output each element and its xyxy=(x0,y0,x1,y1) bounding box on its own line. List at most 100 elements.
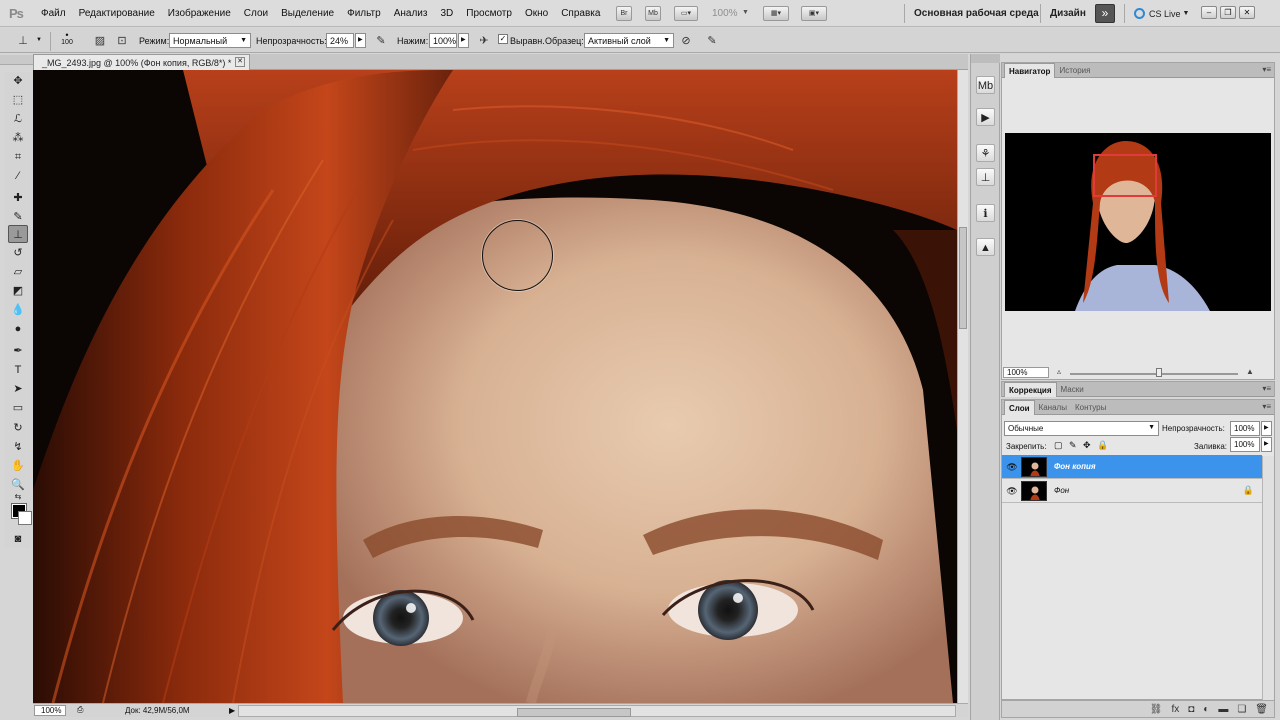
menu-select[interactable]: Выделение xyxy=(281,8,334,19)
layer-style-icon[interactable]: fx xyxy=(1171,704,1179,715)
blur-icon[interactable]: 💧 xyxy=(8,301,28,319)
status-zoom-input[interactable]: 100% xyxy=(34,705,66,716)
quick-mask-icon[interactable]: ◙ xyxy=(8,530,28,548)
sample-select[interactable]: Активный слой ▼ xyxy=(584,33,674,48)
tab-history[interactable]: История xyxy=(1055,63,1094,78)
clone-stamp-icon[interactable]: ⊥ xyxy=(8,225,28,243)
tab-layers[interactable]: Слои xyxy=(1004,400,1035,415)
toolbox-handle[interactable] xyxy=(0,55,33,65)
workspace-design[interactable]: Дизайн xyxy=(1050,8,1086,19)
vertical-scrollbar[interactable] xyxy=(957,70,968,703)
menu-edit[interactable]: Редактирование xyxy=(79,8,155,19)
histogram-panel-icon[interactable]: ▲ xyxy=(976,238,995,256)
menu-image[interactable]: Изображение xyxy=(168,8,231,19)
tab-adjustments[interactable]: Коррекция xyxy=(1004,382,1057,397)
lock-all-icon[interactable]: 🔒 xyxy=(1097,440,1108,451)
navigator-preview[interactable] xyxy=(1005,133,1271,311)
vertical-scroll-thumb[interactable] xyxy=(959,227,967,329)
hand-icon[interactable]: ✋ xyxy=(8,457,28,475)
airbrush-icon[interactable]: ✈ xyxy=(476,33,492,49)
screen-mode-button[interactable]: ▣▾ xyxy=(801,6,827,21)
history-brush-icon[interactable]: ↺ xyxy=(8,244,28,262)
menu-window[interactable]: Окно xyxy=(525,8,548,19)
menu-analysis[interactable]: Анализ xyxy=(394,8,428,19)
clone-source-icon[interactable]: ⊡ xyxy=(114,33,130,49)
aligned-checkbox[interactable]: ✓ xyxy=(498,34,508,44)
type-icon[interactable]: T xyxy=(8,361,28,379)
bridge-button[interactable]: Br xyxy=(616,6,632,21)
tab-channels[interactable]: Каналы xyxy=(1035,400,1071,415)
spot-heal-icon[interactable]: ✚ xyxy=(8,189,28,207)
brush-icon[interactable]: ✎ xyxy=(8,208,28,226)
menu-3d[interactable]: 3D xyxy=(440,8,453,19)
document-canvas[interactable] xyxy=(33,70,957,703)
ignore-adjustment-layers-icon[interactable]: ⊘ xyxy=(678,33,694,49)
marquee-icon[interactable]: ⬚ xyxy=(8,91,28,109)
flow-input[interactable]: 100% xyxy=(429,33,457,48)
new-group-icon[interactable]: ▬ xyxy=(1218,704,1228,715)
navigator-zoom-knob[interactable] xyxy=(1156,368,1162,377)
close-window-button[interactable]: ✕ xyxy=(1239,6,1255,19)
minimize-button[interactable]: – xyxy=(1201,6,1217,19)
layer-opacity-slider-toggle[interactable]: ▶ xyxy=(1261,421,1272,436)
delete-layer-icon[interactable]: 🗑 xyxy=(1255,704,1268,715)
eraser-icon[interactable]: ▱ xyxy=(8,263,28,281)
info-panel-icon[interactable]: ℹ xyxy=(976,204,995,222)
layer-opacity-input[interactable]: 100% xyxy=(1230,421,1260,436)
navigator-zoom-slider[interactable] xyxy=(1070,373,1238,375)
dock-grip[interactable] xyxy=(971,54,1000,63)
3d-rotate-icon[interactable]: ↻ xyxy=(8,419,28,437)
background-color-swatch[interactable] xyxy=(18,511,32,525)
layer-row-background-copy[interactable]: 👁 Фон копия xyxy=(1002,455,1262,479)
layers-panel-menu-icon[interactable]: ▾≡ xyxy=(1262,402,1271,411)
layers-scrollbar[interactable] xyxy=(1262,456,1274,700)
zoom-in-icon[interactable]: ▲ xyxy=(1246,367,1254,376)
animation-panel-icon[interactable]: ▶ xyxy=(976,108,995,126)
adjustment-layer-icon[interactable]: ◐ xyxy=(1203,704,1209,715)
gradient-icon[interactable]: ◩ xyxy=(8,282,28,300)
menu-file[interactable]: Файл xyxy=(41,8,66,19)
view-extras-button[interactable]: ▭▾ xyxy=(674,6,698,21)
eye-icon[interactable]: 👁 xyxy=(1005,485,1019,497)
horizontal-scrollbar[interactable] xyxy=(238,705,956,717)
quick-select-icon[interactable]: ⁂ xyxy=(8,129,28,147)
layer-row-background[interactable]: 👁 Фон 🔒 xyxy=(1002,479,1262,503)
dodge-icon[interactable]: ● xyxy=(8,320,28,338)
clone-source-panel-icon[interactable]: ⊥ xyxy=(976,168,995,186)
mode-select[interactable]: Нормальный ▼ xyxy=(169,33,251,48)
zoom-out-icon[interactable]: ▵ xyxy=(1057,367,1061,376)
chevron-down-icon[interactable]: ▼ xyxy=(36,37,42,43)
link-layers-icon[interactable]: ⛓ xyxy=(1150,704,1163,715)
move-icon[interactable]: ✥ xyxy=(8,72,28,90)
opacity-input[interactable]: 24% xyxy=(326,33,354,48)
document-tab[interactable]: _MG_2493.jpg @ 100% (Фон копия, RGB/8*) … xyxy=(33,54,250,70)
workspace-essentials[interactable]: Основная рабочая среда xyxy=(914,8,1039,19)
adjustments-panel-menu-icon[interactable]: ▾≡ xyxy=(1262,384,1271,393)
tab-masks[interactable]: Маски xyxy=(1057,382,1088,397)
navigator-panel-menu-icon[interactable]: ▾≡ xyxy=(1262,65,1271,74)
brush-presets-panel-icon[interactable]: ⚘ xyxy=(976,144,995,162)
more-workspaces-button[interactable]: » xyxy=(1095,4,1115,23)
flow-slider-toggle[interactable]: ▶ xyxy=(458,33,469,48)
navigator-zoom-input[interactable]: 100% xyxy=(1003,367,1049,378)
navigator-view-box[interactable] xyxy=(1093,154,1157,197)
add-mask-icon[interactable]: ◘ xyxy=(1188,704,1194,715)
tab-navigator[interactable]: Навигатор xyxy=(1004,63,1056,78)
opacity-slider-toggle[interactable]: ▶ xyxy=(355,33,366,48)
shape-icon[interactable]: ▭ xyxy=(8,399,28,417)
swap-colors-icon[interactable]: ⇆ xyxy=(8,492,28,502)
new-layer-icon[interactable]: ❏ xyxy=(1237,704,1246,715)
pressure-size-icon[interactable]: ✎ xyxy=(704,33,720,49)
pressure-opacity-icon[interactable]: ✎ xyxy=(373,33,389,49)
zoom-dropdown-icon[interactable]: ▼ xyxy=(742,9,749,16)
status-export-icon[interactable]: ⎙ xyxy=(77,705,83,715)
mini-bridge-panel-icon[interactable]: Mb xyxy=(976,76,995,94)
eye-icon[interactable]: 👁 xyxy=(1005,461,1019,473)
blend-mode-select[interactable]: Обычные ▼ xyxy=(1004,421,1159,436)
menu-view[interactable]: Просмотр xyxy=(466,8,512,19)
menu-help[interactable]: Справка xyxy=(561,8,600,19)
crop-icon[interactable]: ⌗ xyxy=(8,148,28,166)
clone-stamp-preset-icon[interactable]: ⊥ xyxy=(15,33,31,49)
lock-position-icon[interactable]: ✥ xyxy=(1083,440,1091,451)
lock-image-icon[interactable]: ✎ xyxy=(1069,440,1077,451)
